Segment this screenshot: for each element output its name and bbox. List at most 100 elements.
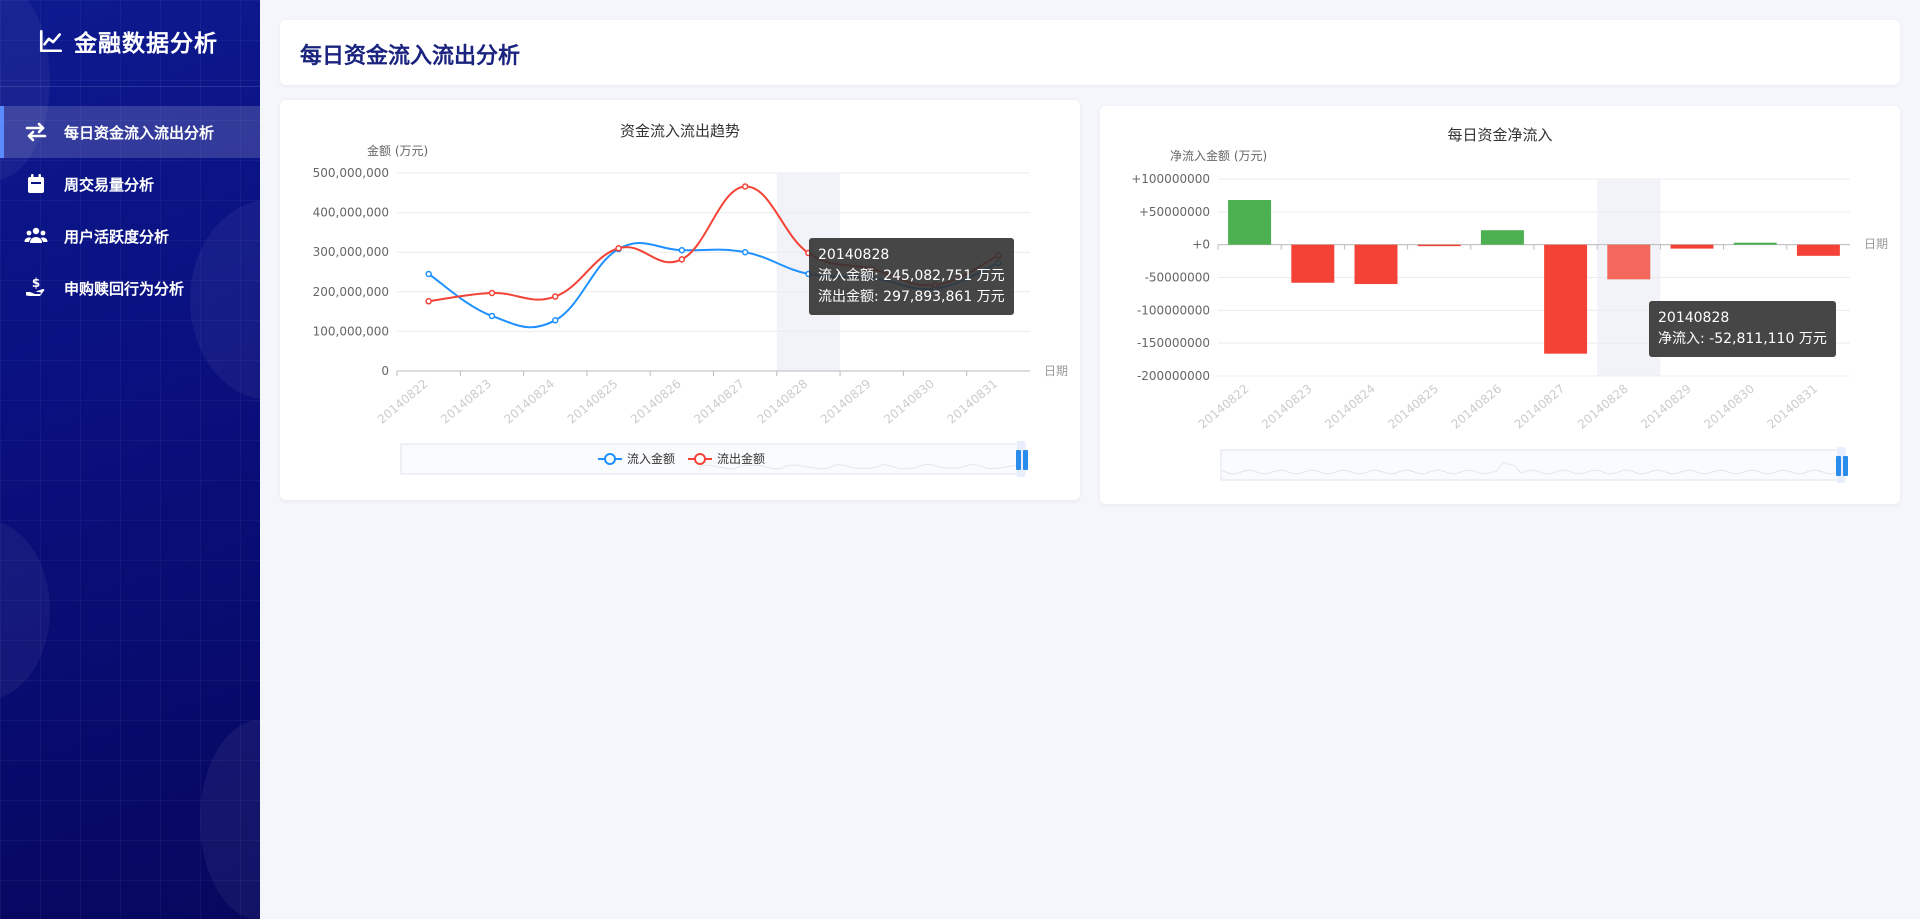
sidebar-item-label: 用户活跃度分析 <box>64 227 170 246</box>
bar <box>1607 244 1651 280</box>
legend-label: 流出金额 <box>717 451 765 466</box>
legend-marker <box>694 453 706 465</box>
tooltip-net-inflow: 净流入: -52,811,110 万元 <box>1658 331 1827 347</box>
legend-label: 流入金额 <box>627 451 675 466</box>
data-zoom-handle-right <box>1023 450 1028 470</box>
y-tick-label: 400,000,000 <box>313 206 389 220</box>
page-title: 每日资金流入流出分析 <box>300 44 521 69</box>
data-zoom-slider <box>1220 449 1846 481</box>
x-tick-label: 20140822 <box>375 377 431 427</box>
y-axis-label: 金额 (万元) <box>367 143 428 158</box>
x-tick-label: 20140826 <box>1449 382 1505 432</box>
y-tick-label: -200000000 <box>1137 369 1210 383</box>
x-tick-label: 20140825 <box>1385 382 1441 432</box>
users-icon <box>24 227 48 243</box>
bar <box>1354 244 1398 285</box>
sidebar-item-daily-flow[interactable]: 每日资金流入流出分析 <box>0 106 260 158</box>
x-axis-label: 日期 <box>1864 237 1888 251</box>
app-title: 金融数据分析 <box>74 31 218 57</box>
svg-text:$: $ <box>32 276 40 290</box>
net-inflow-chart-card: 每日资金净流入净流入金额 (万元) 日期 -200000000 -150000000 -… <box>1100 106 1900 504</box>
chart-tooltip: 20140828 流入金额: 245,082,751 万元 流出金额: 297,… <box>809 238 1014 315</box>
data-point <box>678 256 686 263</box>
data-point <box>425 270 432 278</box>
bar <box>1733 242 1777 245</box>
y-tick-label: -100000000 <box>1137 303 1210 317</box>
data-point <box>741 183 749 190</box>
data-point <box>552 317 559 324</box>
y-tick-label: -150000000 <box>1137 336 1210 350</box>
data-point <box>678 246 686 254</box>
x-tick-label: 20140829 <box>818 377 874 427</box>
sidebar-divider <box>0 86 260 87</box>
y-tick-label: 0 <box>381 364 389 378</box>
x-tick-label: 20140825 <box>565 377 621 427</box>
y-tick-label: +100000000 <box>1131 172 1210 186</box>
bar <box>1670 244 1714 249</box>
chart-line-icon <box>39 29 63 53</box>
sidebar-item-user-activity[interactable]: 用户活跃度分析 <box>0 210 260 262</box>
data-zoom-handle-left <box>1836 456 1841 476</box>
y-tick-label: +50000000 <box>1139 205 1210 219</box>
page-header: 每日资金流入流出分析 <box>280 20 1900 85</box>
bar <box>1291 244 1335 283</box>
chart-tooltip: 20140828 净流入: -52,811,110 万元 <box>1649 301 1836 357</box>
sidebar: 金融数据分析 每日资金流入流出分析 周交易量分析 用户活跃度分析 $ 申购赎回行… <box>0 0 260 919</box>
x-tick-label: 20140830 <box>881 377 937 427</box>
tooltip-inflow: 流入金额: 245,082,751 万元 <box>818 268 1005 284</box>
x-tick-label: 20140830 <box>1701 382 1757 432</box>
y-tick-label: 500,000,000 <box>313 166 389 180</box>
exchange-arrows-icon <box>25 122 47 142</box>
x-tick-label: 20140823 <box>1259 382 1315 432</box>
x-tick-label: 20140828 <box>1575 382 1631 432</box>
x-tick-label: 20140823 <box>438 377 494 427</box>
tooltip-date: 20140828 <box>1658 310 1730 326</box>
tooltip-date: 20140828 <box>818 247 890 263</box>
data-zoom-handle-left <box>1016 450 1021 470</box>
app-brand: 金融数据分析 <box>38 24 218 58</box>
data-point <box>741 248 749 256</box>
x-tick-label: 20140829 <box>1638 382 1694 432</box>
data-point <box>615 244 622 252</box>
chart-title: 资金流入流出趋势 <box>620 122 740 140</box>
bar <box>1228 200 1272 245</box>
sidebar-item-purchase-redeem[interactable]: $ 申购赎回行为分析 <box>0 262 260 314</box>
y-tick-label: +0 <box>1192 238 1210 252</box>
y-tick-label: 100,000,000 <box>313 324 389 338</box>
legend-marker <box>604 453 616 465</box>
x-tick-label: 20140824 <box>1322 382 1378 432</box>
x-tick-label: 20140828 <box>755 377 811 427</box>
x-tick-label: 20140827 <box>1512 382 1568 432</box>
y-tick-label: 300,000,000 <box>313 245 389 259</box>
data-point <box>552 293 559 300</box>
x-axis-label: 日期 <box>1044 364 1068 378</box>
bar <box>1544 244 1588 354</box>
x-tick-label: 20140831 <box>944 377 1000 427</box>
y-axis-label: 净流入金额 (万元) <box>1170 148 1267 163</box>
chart-title: 每日资金净流入 <box>1447 126 1552 144</box>
data-point <box>488 312 496 320</box>
sidebar-item-label: 周交易量分析 <box>64 175 155 194</box>
bar <box>1796 244 1840 256</box>
sidebar-item-weekly-volume[interactable]: 周交易量分析 <box>0 158 260 210</box>
bar <box>1417 244 1461 247</box>
sidebar-menu: 每日资金流入流出分析 周交易量分析 用户活跃度分析 $ 申购赎回行为分析 <box>0 106 260 314</box>
data-zoom-slider <box>400 443 1026 475</box>
inflow-outflow-chart-card: 资金流入流出趋势金额 (万元) 日期 0 100,000,000 200,000,000… <box>280 100 1080 500</box>
x-tick-label: 20140824 <box>501 377 557 427</box>
x-tick-label: 20140827 <box>691 377 747 427</box>
bar <box>1480 230 1524 245</box>
data-point <box>425 298 432 305</box>
data-point <box>488 289 496 297</box>
sidebar-item-label: 申购赎回行为分析 <box>64 279 185 298</box>
x-tick-label: 20140826 <box>628 377 684 427</box>
x-tick-label: 20140822 <box>1196 382 1252 432</box>
hand-money-icon: $ <box>26 276 45 296</box>
y-tick-label: -50000000 <box>1145 271 1210 285</box>
data-zoom-handle-right <box>1843 456 1848 476</box>
calendar-icon <box>28 174 44 193</box>
x-tick-label: 20140831 <box>1765 382 1821 432</box>
y-tick-label: 200,000,000 <box>313 285 389 299</box>
tooltip-outflow: 流出金额: 297,893,861 万元 <box>818 289 1005 305</box>
sidebar-item-label: 每日资金流入流出分析 <box>64 123 215 142</box>
